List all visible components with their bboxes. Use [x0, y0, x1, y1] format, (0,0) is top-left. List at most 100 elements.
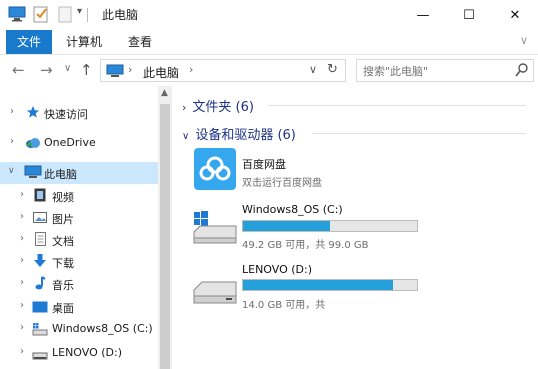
breadcrumb-this-pc[interactable]: 此电脑: [143, 64, 179, 81]
minimize-button[interactable]: —: [400, 0, 446, 30]
collapse-chevron-icon[interactable]: ∨: [8, 166, 15, 176]
expand-chevron-icon[interactable]: ›: [10, 136, 14, 147]
forward-arrow-icon[interactable]: →: [40, 61, 53, 79]
star-icon: [26, 105, 40, 122]
expand-chevron-icon[interactable]: ›: [20, 300, 24, 311]
nav-item-desktop[interactable]: › 桌面: [0, 296, 158, 318]
search-box[interactable]: [356, 59, 534, 82]
hard-drive-icon[interactable]: [192, 280, 238, 311]
windows-drive-icon[interactable]: [192, 208, 238, 249]
expand-chevron-icon[interactable]: ›: [20, 211, 24, 222]
nav-item-label: 视频: [52, 191, 74, 204]
nav-item-label: LENOVO (D:): [52, 346, 123, 359]
tab-computer[interactable]: 计算机: [56, 30, 112, 54]
nav-item-videos[interactable]: › 视频: [0, 185, 158, 207]
back-arrow-icon[interactable]: ←: [12, 61, 25, 79]
drive-space-text: 14.0 GB 可用，共: [242, 300, 326, 311]
breadcrumb-chevron-icon[interactable]: ›: [189, 63, 193, 76]
drive-space-text: 49.2 GB 可用，共 99.0 GB: [242, 240, 369, 251]
nav-item-label: 音乐: [52, 279, 74, 292]
nav-item-this-pc[interactable]: ∨ 此电脑: [0, 162, 158, 184]
computer-icon[interactable]: [8, 6, 26, 25]
picture-icon: [33, 212, 47, 226]
ribbon-tabs: 文件 计算机 查看 ∨: [0, 30, 538, 54]
group-header-devices[interactable]: ∨ 设备和驱动器 (6): [182, 124, 296, 143]
expand-chevron-icon[interactable]: ›: [20, 233, 24, 244]
expand-chevron-icon[interactable]: ›: [20, 255, 24, 266]
close-button[interactable]: ✕: [492, 0, 538, 30]
expand-chevron-icon[interactable]: ›: [20, 346, 24, 357]
computer-icon: [24, 165, 42, 182]
drive-c-icon: [32, 322, 48, 339]
nav-item-label: 桌面: [52, 302, 74, 315]
download-icon: [33, 254, 47, 271]
device-name[interactable]: LENOVO (D:): [242, 263, 312, 276]
group-chevron-icon[interactable]: ∨: [182, 131, 189, 142]
content-pane: › 文件夹 (6) ∨ 设备和驱动器 (6) 百度网盘 双击运行百度网盘 Windo…: [172, 86, 538, 369]
drive-d-icon: [32, 349, 48, 363]
drive-usage-bar: [242, 279, 418, 291]
desktop-icon: [32, 301, 48, 316]
video-icon: [34, 188, 46, 205]
nav-item-label: Windows8_OS (C:): [52, 322, 153, 335]
nav-item-label: 文档: [52, 235, 74, 248]
device-description: 双击运行百度网盘: [242, 178, 322, 189]
document-icon: [35, 232, 46, 249]
nav-item-downloads[interactable]: › 下载: [0, 251, 158, 273]
drive-usage-fill: [243, 221, 330, 231]
address-row: ← → ∨ ↑ › 此电脑 › ∨ ↻: [0, 54, 538, 86]
cloud-icon: [25, 137, 41, 152]
nav-item-label: 此电脑: [44, 168, 77, 181]
nav-item-music[interactable]: › 音乐: [0, 273, 158, 295]
expand-chevron-icon[interactable]: ›: [20, 277, 24, 288]
search-icon[interactable]: [515, 62, 529, 81]
up-arrow-icon[interactable]: ↑: [80, 61, 93, 79]
ribbon-expand-icon[interactable]: ∨: [520, 34, 528, 47]
title-bar: ▾ 此电脑 — ☐ ✕: [0, 0, 538, 30]
baidu-cloud-icon[interactable]: [194, 148, 236, 193]
tab-file[interactable]: 文件: [6, 30, 52, 54]
navigation-pane: › 快速访问 › OneDrive ∨ 此电脑 › 视频 › 图片 › 文档 ›…: [0, 86, 172, 369]
nav-item-label: OneDrive: [44, 136, 96, 149]
search-input[interactable]: [363, 63, 513, 79]
nav-item-label: 快速访问: [44, 108, 88, 121]
computer-icon: [106, 64, 124, 81]
nav-scrollbar[interactable]: ▲: [158, 86, 172, 369]
device-name[interactable]: 百度网盘: [242, 156, 286, 172]
group-divider: [268, 105, 526, 106]
nav-item-pictures[interactable]: › 图片: [0, 207, 158, 229]
expand-chevron-icon[interactable]: ›: [20, 322, 24, 333]
title-divider: [87, 8, 88, 22]
drive-usage-fill: [243, 280, 393, 290]
group-chevron-icon[interactable]: ›: [182, 101, 186, 114]
maximize-button[interactable]: ☐: [446, 0, 492, 30]
group-header-folders[interactable]: › 文件夹 (6): [182, 96, 254, 115]
nav-item-onedrive[interactable]: › OneDrive: [0, 132, 158, 154]
group-title: 文件夹 (6): [192, 100, 254, 115]
scroll-thumb[interactable]: [160, 104, 170, 369]
group-divider: [312, 133, 526, 134]
breadcrumb-chevron-icon[interactable]: ›: [128, 63, 132, 76]
recent-locations-chevron-icon[interactable]: ∨: [64, 63, 71, 74]
music-icon: [34, 276, 46, 293]
nav-item-label: 图片: [52, 213, 74, 226]
tab-view[interactable]: 查看: [118, 30, 162, 54]
quick-access-dropdown-icon[interactable]: ▾: [77, 6, 82, 17]
drive-usage-bar: [242, 220, 418, 232]
nav-item-drive-c[interactable]: › Windows8_OS (C:): [0, 318, 158, 340]
device-name[interactable]: Windows8_OS (C:): [242, 203, 343, 216]
nav-item-drive-d[interactable]: › LENOVO (D:): [0, 342, 158, 364]
group-title: 设备和驱动器 (6): [195, 128, 296, 143]
window-title: 此电脑: [102, 8, 139, 22]
properties-checkbox-icon[interactable]: [33, 5, 49, 26]
expand-chevron-icon[interactable]: ›: [20, 189, 24, 200]
expand-chevron-icon[interactable]: ›: [10, 106, 14, 117]
scroll-up-icon[interactable]: ▲: [161, 88, 168, 98]
nav-item-documents[interactable]: › 文档: [0, 229, 158, 251]
nav-item-label: 下载: [52, 257, 74, 270]
new-folder-icon[interactable]: [58, 5, 72, 26]
nav-item-quick-access[interactable]: › 快速访问: [0, 102, 158, 124]
refresh-icon[interactable]: ↻: [327, 62, 338, 77]
address-bar[interactable]: › 此电脑 › ∨ ↻: [100, 59, 346, 82]
address-dropdown-icon[interactable]: ∨: [309, 63, 317, 76]
